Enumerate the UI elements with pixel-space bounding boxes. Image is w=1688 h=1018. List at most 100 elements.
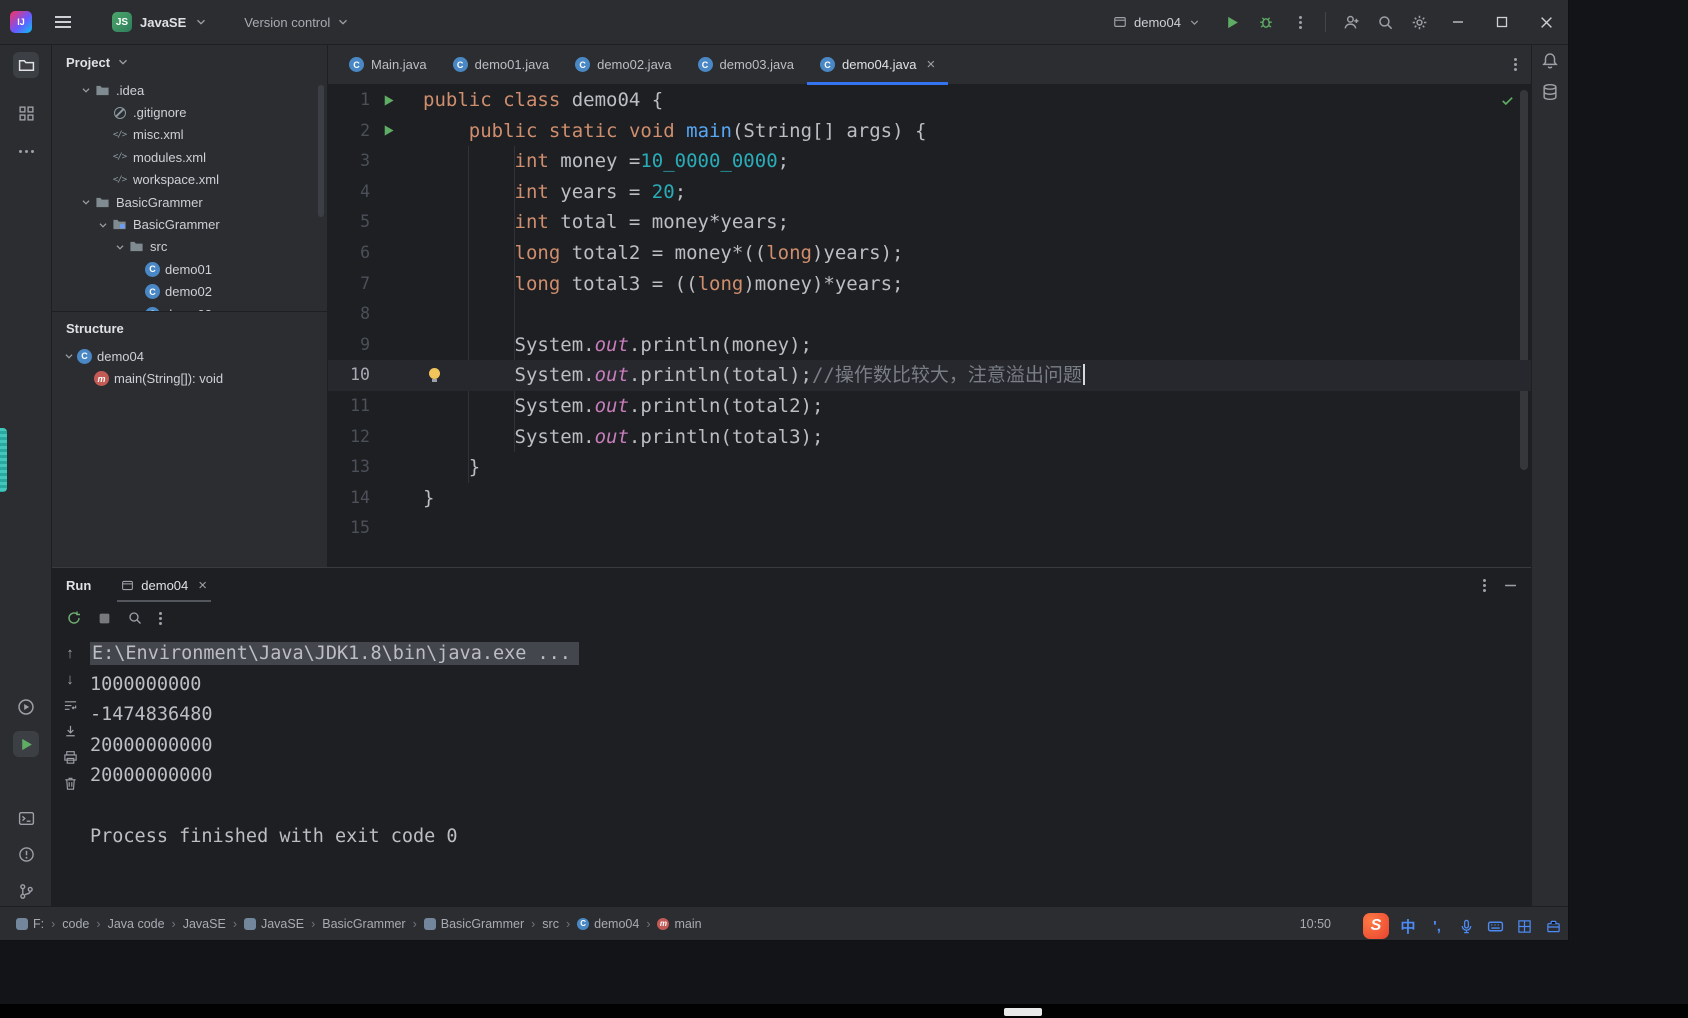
input-panel-icon[interactable] [1514, 915, 1534, 937]
project-tree-scrollbar[interactable] [318, 85, 324, 217]
hamburger-menu-button[interactable] [46, 7, 80, 37]
tree-item[interactable]: </>misc.xml [52, 124, 327, 146]
close-button[interactable] [1524, 0, 1568, 44]
language-mode-icon[interactable]: 中 [1398, 915, 1418, 937]
breadcrumb-item[interactable]: src [542, 917, 559, 931]
scroll-to-end-button[interactable] [59, 720, 81, 742]
chevron-down-icon[interactable] [111, 240, 128, 254]
database-tool-button[interactable] [1541, 83, 1559, 101]
stop-button[interactable] [98, 612, 111, 625]
breadcrumb-item[interactable]: JavaSE [183, 917, 226, 931]
services-tool-button[interactable] [13, 694, 39, 720]
toolbox-icon[interactable] [1543, 915, 1563, 937]
tree-item[interactable]: Cdemo04 [52, 345, 327, 367]
soft-wrap-button[interactable] [59, 694, 81, 716]
tree-item[interactable]: </>modules.xml [52, 146, 327, 168]
version-control-tool-button[interactable] [13, 878, 39, 904]
search-console-button[interactable] [127, 610, 143, 626]
taskbar-item[interactable] [1004, 1008, 1042, 1016]
notifications-button[interactable] [1541, 52, 1559, 70]
code-line[interactable]: 1public class demo04 { [328, 85, 1531, 116]
run-line-icon[interactable] [382, 124, 395, 137]
tree-item[interactable]: BasicGrammer [52, 191, 327, 213]
console[interactable]: ↑ ↓ [52, 634, 1531, 906]
editor-tab[interactable]: CMain.java [336, 45, 440, 84]
more-actions-button[interactable] [1283, 7, 1317, 37]
vcs-widget[interactable]: Version control [236, 11, 358, 34]
hide-panel-button[interactable] [1504, 579, 1517, 592]
tab-close-icon[interactable]: × [926, 57, 935, 72]
breadcrumb-item[interactable]: F: [16, 917, 44, 931]
code-line[interactable]: 6 long total2 = money*((long)years); [328, 238, 1531, 269]
minimize-button[interactable] [1436, 0, 1480, 44]
settings-button[interactable] [1402, 7, 1436, 37]
code-line[interactable]: 9 System.out.println(money); [328, 330, 1531, 361]
breadcrumb-item[interactable]: mmain [657, 917, 701, 931]
code-line[interactable]: 14} [328, 483, 1531, 514]
chevron-down-icon[interactable] [77, 195, 94, 209]
chevron-down-icon[interactable] [77, 83, 94, 97]
code-editor[interactable]: 1public class demo04 {2 public static vo… [328, 85, 1531, 567]
tree-item[interactable]: .gitignore [52, 101, 327, 123]
editor-tab[interactable]: Cdemo02.java [562, 45, 684, 84]
structure-tool-button[interactable] [13, 100, 39, 126]
sogou-logo-icon[interactable]: S [1363, 913, 1389, 939]
debug-button[interactable] [1249, 7, 1283, 37]
tree-item[interactable]: .idea [52, 79, 327, 101]
keyboard-icon[interactable] [1485, 915, 1505, 937]
punctuation-mode-icon[interactable]: ', [1427, 915, 1447, 937]
clear-console-button[interactable] [59, 772, 81, 794]
chevron-down-icon[interactable] [60, 349, 77, 363]
microphone-icon[interactable] [1456, 915, 1476, 937]
editor-tab[interactable]: Cdemo03.java [685, 45, 807, 84]
print-button[interactable] [59, 746, 81, 768]
tree-item[interactable]: Cdemo03 [52, 303, 327, 311]
chevron-down-icon[interactable] [94, 218, 111, 232]
code-line[interactable]: 5 int total = money*years; [328, 207, 1531, 238]
breadcrumb-item[interactable]: Java code [108, 917, 165, 931]
code-line[interactable]: 7 long total3 = ((long)money)*years; [328, 269, 1531, 300]
rerun-button[interactable] [66, 610, 82, 626]
windows-taskbar[interactable] [0, 1004, 1688, 1018]
code-line[interactable]: 10 System.out.println(total);//操作数比较大，注意… [328, 360, 1531, 391]
search-button[interactable] [1368, 7, 1402, 37]
tree-item[interactable]: src [52, 236, 327, 258]
code-line[interactable]: 15 [328, 513, 1531, 544]
console-more-button[interactable] [159, 617, 162, 620]
breadcrumb-item[interactable]: BasicGrammer [424, 917, 524, 931]
editor-tab[interactable]: Cdemo04.java× [807, 45, 948, 84]
editor-tab[interactable]: Cdemo01.java [440, 45, 562, 84]
code-line[interactable]: 12 System.out.println(total3); [328, 422, 1531, 453]
code-line[interactable]: 2 public static void main(String[] args)… [328, 116, 1531, 147]
run-button[interactable] [1215, 7, 1249, 37]
code-line[interactable]: 4 int years = 20; [328, 177, 1531, 208]
code-line[interactable]: 8 [328, 299, 1531, 330]
intellij-logo-icon[interactable]: IJ [10, 11, 32, 33]
close-icon[interactable]: × [198, 578, 207, 593]
tree-item[interactable]: Cdemo02 [52, 281, 327, 303]
tree-item[interactable]: </>workspace.xml [52, 169, 327, 191]
run-line-icon[interactable] [382, 94, 395, 107]
tree-item[interactable]: Cdemo01 [52, 258, 327, 280]
run-options-button[interactable] [1483, 584, 1486, 587]
down-arrow-button[interactable]: ↓ [59, 668, 81, 690]
code-line[interactable]: 11 System.out.println(total2); [328, 391, 1531, 422]
terminal-tool-button[interactable] [13, 805, 39, 831]
maximize-button[interactable] [1480, 0, 1524, 44]
up-arrow-button[interactable]: ↑ [59, 642, 81, 664]
screenshot-tool-handle[interactable] [0, 428, 7, 492]
run-config-widget[interactable]: demo04 [1105, 11, 1209, 34]
tree-item[interactable]: BasicGrammer [52, 213, 327, 235]
run-tool-button[interactable] [13, 731, 39, 757]
tab-options-button[interactable] [1514, 63, 1517, 66]
structure-panel-header[interactable]: Structure [52, 311, 327, 345]
code-line[interactable]: 13 } [328, 452, 1531, 483]
project-tool-button[interactable] [13, 52, 39, 78]
code-line[interactable]: 3 int money =10_0000_0000; [328, 146, 1531, 177]
breadcrumb-item[interactable]: Cdemo04 [577, 917, 639, 931]
run-tab[interactable]: demo04 × [111, 568, 217, 602]
project-panel-header[interactable]: Project [52, 45, 327, 79]
problems-tool-button[interactable] [13, 841, 39, 867]
breadcrumb-item[interactable]: BasicGrammer [322, 917, 405, 931]
more-tool-windows-button[interactable] [13, 138, 39, 164]
